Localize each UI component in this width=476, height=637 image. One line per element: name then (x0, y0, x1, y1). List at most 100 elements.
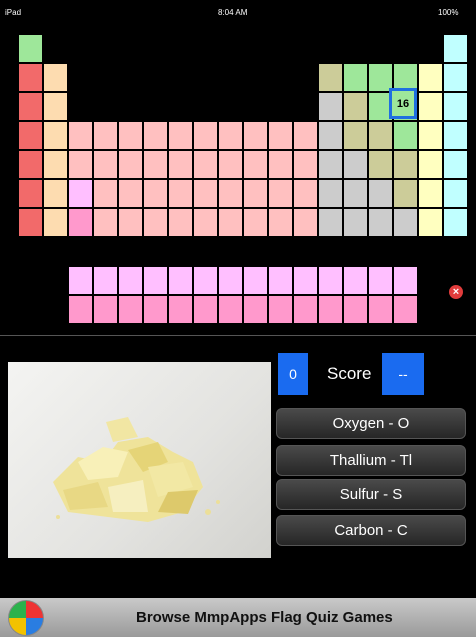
element-cell[interactable] (43, 63, 68, 92)
element-cell[interactable] (243, 208, 268, 237)
element-cell[interactable] (193, 208, 218, 237)
element-cell[interactable] (268, 208, 293, 237)
lanthanide-cell[interactable] (68, 266, 93, 295)
element-cell[interactable] (143, 208, 168, 237)
element-cell[interactable] (93, 208, 118, 237)
close-icon[interactable]: × (449, 285, 463, 299)
element-cell[interactable] (143, 179, 168, 208)
element-cell[interactable] (418, 63, 443, 92)
element-cell[interactable] (418, 179, 443, 208)
lanthanide-cell[interactable] (368, 266, 393, 295)
element-cell[interactable] (68, 179, 93, 208)
element-cell[interactable] (368, 179, 393, 208)
element-cell[interactable] (168, 208, 193, 237)
element-cell[interactable] (193, 121, 218, 150)
element-cell[interactable] (93, 150, 118, 179)
element-cell[interactable] (418, 92, 443, 121)
flag-quiz-banner[interactable]: Browse MmpApps Flag Quiz Games (0, 598, 476, 637)
lanthanide-cell[interactable] (268, 266, 293, 295)
element-cell[interactable] (368, 121, 393, 150)
element-cell[interactable] (68, 121, 93, 150)
element-cell[interactable] (218, 179, 243, 208)
answer-button-carbon[interactable]: Carbon - C (276, 515, 466, 546)
element-cell[interactable] (18, 208, 43, 237)
element-cell[interactable] (368, 208, 393, 237)
lanthanide-cell[interactable] (293, 266, 318, 295)
lanthanide-cell[interactable] (168, 266, 193, 295)
element-cell[interactable] (118, 179, 143, 208)
actinide-cell[interactable] (193, 295, 218, 324)
actinide-cell[interactable] (318, 295, 343, 324)
actinide-cell[interactable] (393, 295, 418, 324)
element-cell[interactable] (43, 179, 68, 208)
element-cell[interactable] (168, 179, 193, 208)
element-cell[interactable] (168, 121, 193, 150)
element-cell[interactable] (168, 150, 193, 179)
element-cell[interactable] (18, 150, 43, 179)
lanthanide-cell[interactable] (93, 266, 118, 295)
element-cell[interactable] (243, 121, 268, 150)
element-cell[interactable] (343, 121, 368, 150)
actinide-cell[interactable] (293, 295, 318, 324)
actinide-cell[interactable] (268, 295, 293, 324)
element-cell[interactable] (318, 150, 343, 179)
element-cell[interactable] (293, 121, 318, 150)
element-cell[interactable] (18, 63, 43, 92)
element-cell[interactable] (18, 121, 43, 150)
lanthanide-cell[interactable] (218, 266, 243, 295)
element-cell[interactable] (118, 208, 143, 237)
element-cell[interactable] (93, 121, 118, 150)
element-cell[interactable] (393, 208, 418, 237)
element-cell[interactable] (393, 179, 418, 208)
element-cell[interactable] (443, 63, 468, 92)
actinide-cell[interactable] (218, 295, 243, 324)
element-cell[interactable] (268, 150, 293, 179)
lanthanide-cell[interactable] (243, 266, 268, 295)
answer-button-sulfur[interactable]: Sulfur - S (276, 479, 466, 510)
element-cell[interactable] (68, 208, 93, 237)
actinide-cell[interactable] (243, 295, 268, 324)
element-cell[interactable] (143, 150, 168, 179)
element-cell[interactable] (43, 150, 68, 179)
element-cell[interactable] (418, 121, 443, 150)
lanthanide-cell[interactable] (118, 266, 143, 295)
element-cell[interactable] (318, 121, 343, 150)
element-cell[interactable] (118, 121, 143, 150)
element-cell[interactable] (443, 34, 468, 63)
actinide-cell[interactable] (93, 295, 118, 324)
element-cell[interactable] (268, 121, 293, 150)
element-cell[interactable] (293, 208, 318, 237)
element-cell[interactable] (443, 121, 468, 150)
lanthanide-cell[interactable] (393, 266, 418, 295)
element-cell[interactable] (118, 150, 143, 179)
element-cell[interactable] (18, 179, 43, 208)
actinide-cell[interactable] (68, 295, 93, 324)
actinide-cell[interactable] (168, 295, 193, 324)
element-cell[interactable] (243, 150, 268, 179)
actinide-cell[interactable] (368, 295, 393, 324)
element-cell[interactable] (343, 179, 368, 208)
element-cell[interactable] (43, 208, 68, 237)
element-cell[interactable] (43, 92, 68, 121)
element-cell[interactable] (193, 150, 218, 179)
element-cell[interactable] (193, 179, 218, 208)
element-cell[interactable] (143, 121, 168, 150)
element-cell[interactable] (443, 150, 468, 179)
element-cell[interactable] (93, 179, 118, 208)
element-cell[interactable] (343, 208, 368, 237)
element-cell[interactable] (343, 63, 368, 92)
element-cell[interactable] (443, 179, 468, 208)
element-cell[interactable] (43, 121, 68, 150)
element-cell[interactable] (318, 208, 343, 237)
element-cell[interactable] (418, 150, 443, 179)
lanthanide-cell[interactable] (318, 266, 343, 295)
element-cell[interactable] (268, 179, 293, 208)
answer-button-thallium[interactable]: Thallium - Tl (276, 445, 466, 476)
element-cell[interactable] (393, 150, 418, 179)
actinide-cell[interactable] (143, 295, 168, 324)
answer-button-oxygen[interactable]: Oxygen - O (276, 408, 466, 439)
element-cell[interactable] (443, 92, 468, 121)
element-cell[interactable] (318, 92, 343, 121)
element-cell[interactable] (368, 150, 393, 179)
element-cell[interactable] (343, 92, 368, 121)
